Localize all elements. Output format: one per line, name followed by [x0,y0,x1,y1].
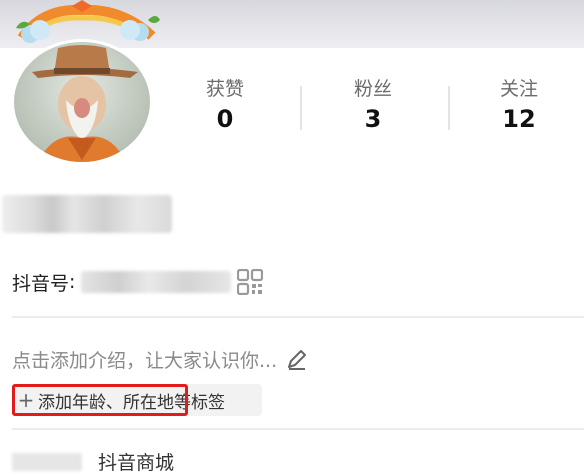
account-id-label: 抖音号 [12,272,70,295]
stat-value: 12 [502,105,536,133]
bio-placeholder[interactable]: 点击添加介绍，让大家认识你... [12,346,277,373]
stat-divider [300,86,302,130]
stat-label: 关注 [499,78,538,100]
stats-row: 获赞 0 粉丝 3 关注 12 [170,76,570,146]
colon: : [69,271,76,293]
avatar-image [32,45,138,162]
stat-likes[interactable]: 获赞 0 [170,76,280,136]
pencil-icon[interactable] [285,347,309,371]
shop-entry[interactable]: 抖音商城 [12,448,174,475]
highlight-annotation [12,384,188,416]
shop-label: 抖音商城 [98,452,175,474]
stat-value: 0 [216,105,234,133]
account-id-row[interactable]: 抖音号 : [12,266,264,298]
section-divider [12,428,584,430]
stat-following[interactable]: 关注 12 [464,76,574,136]
stat-value: 3 [364,105,382,133]
avatar[interactable] [14,42,150,162]
bio-row[interactable]: 点击添加介绍，让大家认识你... [12,344,309,374]
username-blurred [2,195,172,233]
account-id-blurred [81,271,232,293]
qr-code-icon[interactable] [237,269,264,295]
stat-label: 获赞 [205,78,244,100]
stat-followers[interactable]: 粉丝 3 [318,76,428,136]
stat-divider [448,86,450,130]
avatar-container[interactable] [12,0,162,165]
section-divider [12,316,584,318]
stat-label: 粉丝 [353,78,392,100]
